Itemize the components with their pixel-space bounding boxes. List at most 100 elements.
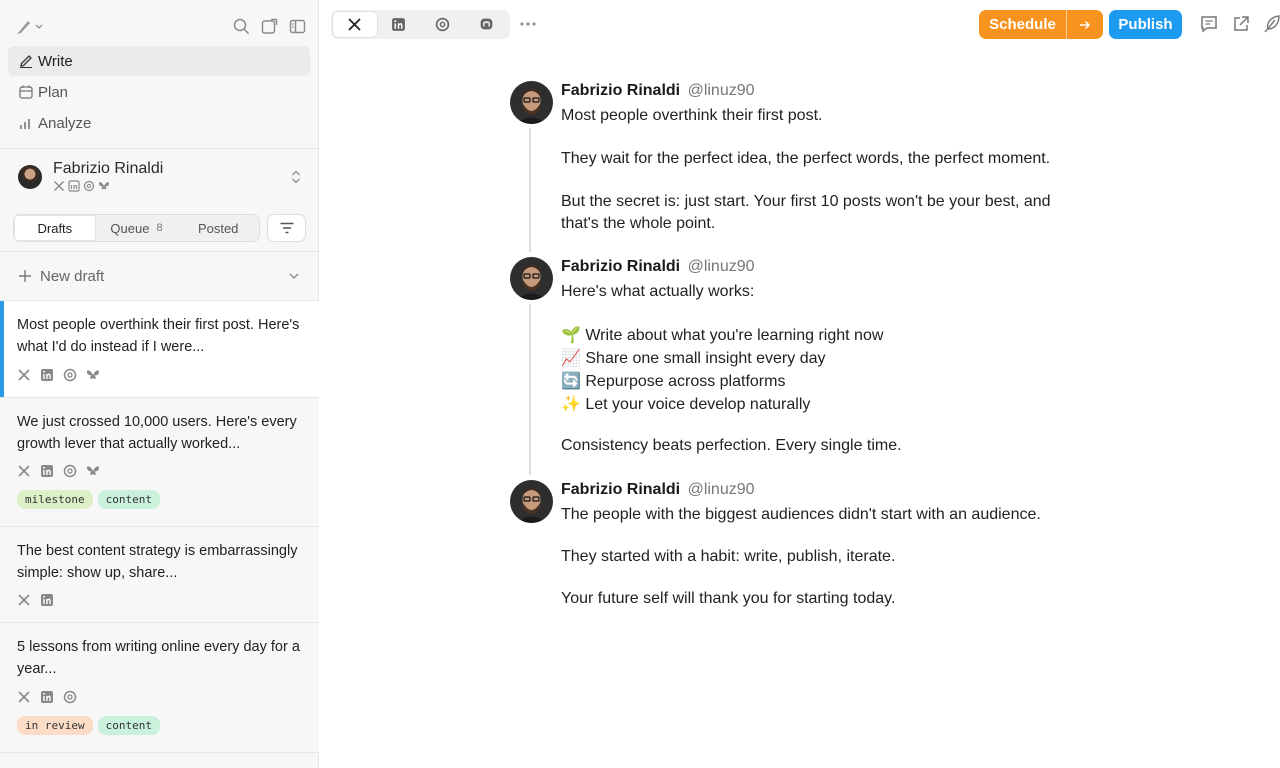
nav-plan-label: Plan	[38, 83, 69, 101]
tab-drafts[interactable]: Drafts	[14, 215, 96, 241]
selected-indicator	[0, 301, 4, 397]
post-text: They started with a habit: write, publis…	[561, 548, 896, 565]
queue-count-badge: 8	[156, 222, 163, 234]
x-icon	[17, 690, 31, 704]
tab-posted-label: Posted	[197, 220, 239, 236]
account-name: Fabrizio Rinaldi	[53, 160, 164, 177]
sidebar-header	[0, 0, 319, 52]
draft-item[interactable]: 5 lessons from writing online every day …	[0, 622, 319, 752]
linkedin-icon	[40, 464, 54, 478]
author-name: Fabrizio Rinaldi	[561, 481, 681, 498]
draft-item[interactable]: Most people overthink their first post. …	[0, 300, 319, 397]
chevron-updown-icon[interactable]	[289, 169, 303, 185]
linkedin-icon	[68, 180, 80, 192]
post-text: They wait for the perfect idea, the perf…	[561, 150, 1051, 167]
nav-analyze[interactable]: Analyze	[8, 108, 310, 138]
bluesky-icon	[86, 368, 100, 382]
post-text: 🌱 Write about what you're learning right…	[561, 327, 884, 344]
schedule-button[interactable]: Schedule	[979, 10, 1066, 39]
post-header: Fabrizio Rinaldi @linuz90	[561, 481, 755, 499]
post-text: Consistency beats perfection. Every sing…	[561, 437, 902, 454]
draft-tags: in review content	[17, 716, 160, 735]
account-switcher[interactable]: Fabrizio Rinaldi	[0, 149, 319, 207]
publish-button[interactable]: Publish	[1109, 10, 1182, 39]
post-header: Fabrizio Rinaldi @linuz90	[561, 82, 755, 100]
network-selector	[331, 10, 510, 39]
tab-x[interactable]	[333, 12, 377, 37]
x-icon	[347, 17, 362, 32]
author-handle: @linuz90	[687, 258, 755, 275]
threads-icon	[435, 17, 450, 32]
chevron-down-icon[interactable]	[287, 269, 301, 283]
compose-icon[interactable]	[261, 18, 278, 35]
draft-preview: Most people overthink their first post. …	[17, 317, 300, 355]
schedule-button-group: Schedule	[979, 10, 1103, 39]
tab-threads[interactable]	[421, 12, 465, 37]
draft-item[interactable]: We just crossed 10,000 users. Here's eve…	[0, 397, 319, 526]
bluesky-icon	[86, 464, 100, 478]
draft-networks	[17, 690, 77, 704]
post-text: Most people overthink their first post.	[561, 107, 823, 124]
workspace-logo-icon[interactable]	[16, 17, 44, 35]
new-draft-button[interactable]: New draft	[0, 252, 319, 300]
schedule-next-button[interactable]	[1066, 10, 1103, 39]
linkedin-icon	[40, 593, 54, 607]
more-icon[interactable]	[518, 15, 538, 33]
nav-write[interactable]: Write	[8, 46, 310, 76]
post-text: 🔄 Repurpose across platforms	[561, 373, 786, 390]
sidebar-toggle-icon[interactable]	[289, 18, 306, 35]
post-text: 📈 Share one small insight every day	[561, 350, 826, 367]
draft-preview: We just crossed 10,000 users. Here's eve…	[17, 414, 297, 452]
feather-icon[interactable]	[1262, 14, 1280, 34]
bluesky-icon	[98, 180, 110, 192]
thread-post[interactable]: Fabrizio Rinaldi @linuz90 Here's what ac…	[510, 257, 1130, 467]
draft-item[interactable]: The best content strategy is embarrassin…	[0, 526, 319, 622]
comment-icon[interactable]	[1199, 14, 1219, 34]
draft-preview: The best content strategy is embarrassin…	[17, 543, 298, 581]
x-icon	[53, 180, 65, 192]
post-text: that's the whole point.	[561, 215, 716, 232]
pen-icon	[18, 53, 34, 69]
arrow-right-icon	[1079, 19, 1091, 31]
plus-icon	[18, 269, 32, 283]
post-header: Fabrizio Rinaldi @linuz90	[561, 258, 755, 276]
x-icon	[17, 593, 31, 607]
tab-posted[interactable]: Posted	[177, 215, 259, 241]
app-window: Write Plan Analyze Fabrizio Rinaldi Draf…	[0, 0, 1280, 768]
author-handle: @linuz90	[687, 481, 755, 498]
tab-mastodon[interactable]	[464, 12, 508, 37]
thread-post[interactable]: Fabrizio Rinaldi @linuz90 The people wit…	[510, 480, 1130, 615]
linkedin-icon	[391, 17, 406, 32]
threads-icon	[63, 464, 77, 478]
author-handle: @linuz90	[687, 82, 755, 99]
tab-queue[interactable]: Queue 8	[96, 215, 178, 241]
search-icon[interactable]	[233, 18, 250, 35]
avatar	[510, 257, 553, 300]
draft-preview: 5 lessons from writing online every day …	[17, 639, 300, 677]
filter-button[interactable]	[267, 214, 306, 242]
external-link-icon[interactable]	[1231, 14, 1251, 34]
filter-icon	[279, 222, 295, 234]
x-icon	[17, 464, 31, 478]
tag-badge[interactable]: content	[97, 490, 160, 509]
draft-networks	[17, 368, 100, 382]
linkedin-icon	[40, 368, 54, 382]
tab-queue-label: Queue	[110, 220, 150, 236]
threads-icon	[63, 690, 77, 704]
tag-badge[interactable]: content	[97, 716, 160, 735]
tag-badge[interactable]: milestone	[17, 490, 93, 509]
avatar	[18, 165, 42, 189]
bar-chart-icon	[18, 115, 34, 131]
post-text: The people with the biggest audiences di…	[561, 506, 1041, 523]
post-text: ✨ Let your voice develop naturally	[561, 396, 811, 413]
calendar-icon	[18, 84, 34, 100]
nav-plan[interactable]: Plan	[8, 77, 310, 107]
tag-badge[interactable]: in review	[17, 716, 93, 735]
thread-post[interactable]: Fabrizio Rinaldi @linuz90 Most people ov…	[510, 81, 1130, 241]
sidebar: Write Plan Analyze Fabrizio Rinaldi Draf…	[0, 0, 319, 768]
draft-networks	[17, 464, 100, 478]
avatar	[510, 81, 553, 124]
account-networks	[53, 180, 110, 192]
tab-linkedin[interactable]	[377, 12, 421, 37]
post-text: But the secret is: just start. Your firs…	[561, 193, 1051, 210]
